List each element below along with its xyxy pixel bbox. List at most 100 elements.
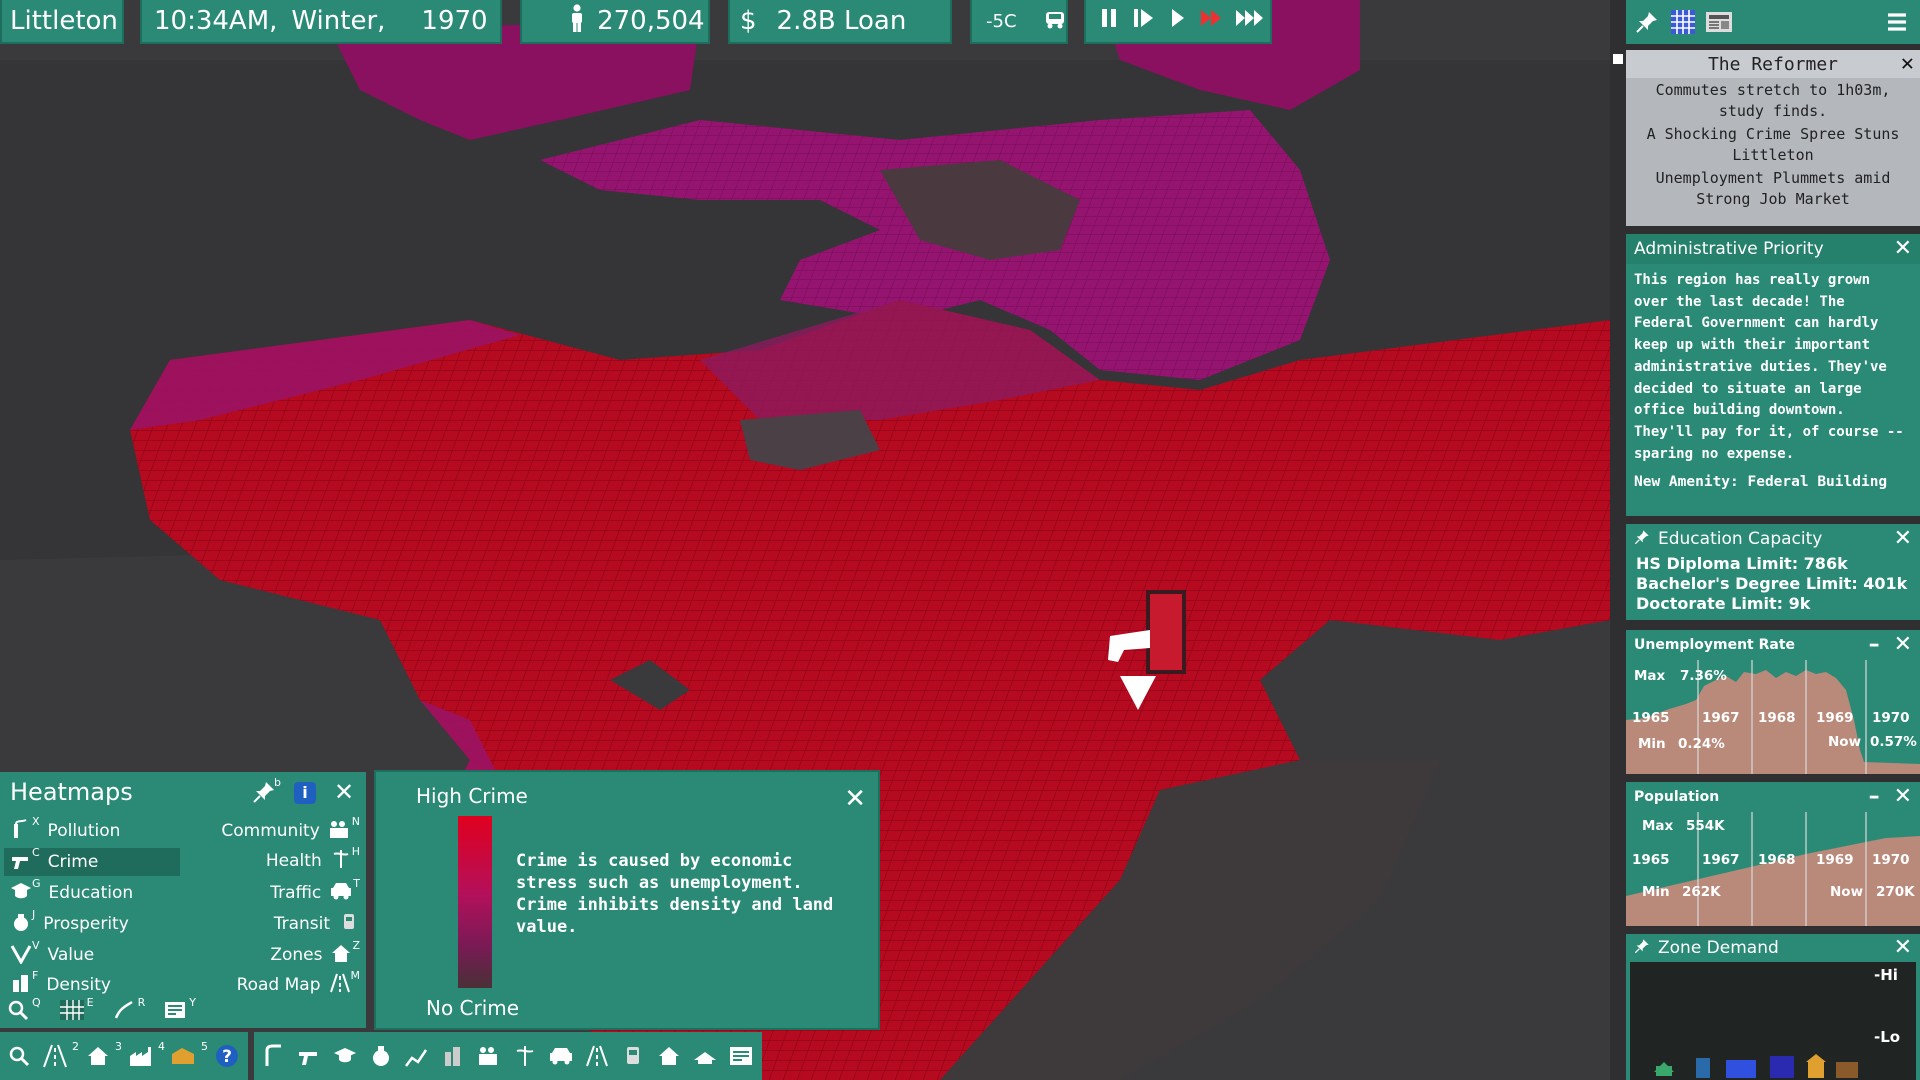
heatmap-community[interactable]: Community N — [221, 815, 360, 844]
pause-icon[interactable] — [1096, 6, 1122, 37]
education-capacity-panel[interactable]: Education Capacity ✕ HS Diploma Limit: 7… — [1626, 524, 1920, 620]
road-map-icon[interactable] — [580, 1039, 614, 1073]
city-name-box[interactable]: Littleton — [0, 0, 124, 44]
date-time-box[interactable]: 10:34AM, Winter, 1970 — [140, 0, 502, 44]
heatmap-value[interactable]: V Value — [10, 938, 170, 969]
heatmap-health[interactable]: Health H — [226, 844, 360, 874]
pin-icon[interactable] — [1632, 7, 1662, 37]
minimize-icon[interactable]: – — [1869, 786, 1880, 808]
hotkey: H — [351, 844, 360, 858]
road-icon[interactable] — [256, 1039, 290, 1073]
sidebar-scroll-strip[interactable] — [1610, 0, 1626, 1080]
road-tool-icon[interactable] — [38, 1039, 72, 1073]
heatmap-education[interactable]: G Education — [10, 877, 170, 906]
close-icon[interactable]: ✕ — [1894, 528, 1912, 550]
graduation-cap-icon[interactable] — [328, 1039, 362, 1073]
info-icon[interactable]: i — [294, 782, 316, 804]
factory-icon[interactable] — [124, 1039, 158, 1073]
close-icon[interactable]: ✕ — [334, 780, 354, 804]
close-icon[interactable]: ✕ — [844, 786, 866, 812]
newspaper-panel[interactable]: The Reformer ✕ Commutes stretch to 1h03m… — [1626, 50, 1920, 226]
heatmap-density[interactable]: F Density — [10, 969, 170, 999]
buildings-icon — [10, 972, 32, 999]
road-tool-icon[interactable] — [112, 998, 136, 1026]
admin-priority-panel[interactable]: Administrative Priority ✕ This region ha… — [1626, 234, 1920, 516]
season-label: Winter, — [291, 6, 386, 36]
car-icon[interactable] — [544, 1039, 578, 1073]
amenity-icon[interactable] — [167, 1039, 201, 1073]
value-chart-icon[interactable] — [400, 1039, 434, 1073]
community-icon[interactable] — [472, 1039, 506, 1073]
heatmap-traffic[interactable]: Traffic T — [226, 877, 360, 906]
fastest-icon[interactable] — [1234, 6, 1266, 37]
speed-controls[interactable] — [1084, 0, 1272, 44]
unemployment-title: Unemployment Rate — [1634, 637, 1796, 653]
money-bag-icon[interactable] — [364, 1039, 398, 1073]
headline[interactable]: Unemployment Plummets amid Strong Job Ma… — [1626, 168, 1920, 210]
pin-icon[interactable] — [252, 780, 276, 808]
heatmap-label: Health — [265, 851, 322, 871]
crime-legend-panel[interactable]: High Crime No Crime Crime is caused by e… — [374, 770, 880, 1030]
heatmap-zones[interactable]: Zones Z — [226, 939, 360, 969]
hotkey: V — [32, 938, 40, 952]
fast-icon[interactable] — [1198, 6, 1226, 37]
now-label: Now — [1828, 734, 1862, 750]
heatmap-transit[interactable]: Transit — [226, 911, 360, 937]
legend-description: Crime is caused by economic stress such … — [516, 851, 834, 937]
close-icon[interactable]: ✕ — [1894, 937, 1912, 959]
close-icon[interactable]: ✕ — [1894, 634, 1912, 656]
close-icon[interactable]: ✕ — [1894, 786, 1912, 808]
zone-demand-panel[interactable]: Zone Demand ✕ -Hi -Lo — [1626, 934, 1920, 1080]
federal-building-marker[interactable] — [1146, 590, 1186, 674]
play-icon[interactable] — [1164, 6, 1190, 37]
query-icon[interactable] — [6, 998, 30, 1026]
scroll-thumb[interactable] — [1613, 54, 1623, 64]
gun-icon[interactable] — [292, 1039, 326, 1073]
newspaper-icon[interactable] — [724, 1039, 758, 1073]
transit-icon[interactable] — [688, 1039, 722, 1073]
headline[interactable]: Commutes stretch to 1h03m, study finds. — [1626, 80, 1920, 122]
grid-icon[interactable] — [1668, 7, 1698, 37]
money-box[interactable]: $ 2.8B Loan — [728, 0, 952, 44]
heatmap-road-map[interactable]: Road Map M — [226, 969, 360, 998]
house-icon[interactable] — [81, 1039, 115, 1073]
weather-box[interactable]: -5C — [970, 0, 1068, 44]
newspaper-header: The Reformer ✕ — [1626, 50, 1920, 78]
population-graph: Max 554K 1965 1967 1968 1969 1970 Min 26… — [1626, 812, 1920, 926]
heatmap-prosperity[interactable]: J Prosperity — [10, 908, 170, 937]
pin-icon[interactable] — [1634, 938, 1650, 959]
heatmap-pollution[interactable]: X Pollution — [10, 815, 170, 845]
close-icon[interactable]: ✕ — [1894, 238, 1912, 260]
value-icon — [10, 942, 32, 969]
admin-priority-header: Administrative Priority ✕ — [1626, 234, 1920, 264]
unemployment-graph-panel[interactable]: Unemployment Rate – ✕ Max 7.36% 1965 196… — [1626, 630, 1920, 774]
education-row: Bachelor's Degree Limit: 401k — [1636, 574, 1908, 593]
newspaper-icon[interactable] — [1704, 7, 1734, 37]
house-icon — [330, 942, 352, 969]
population-value: 270,504 — [597, 6, 705, 36]
close-icon[interactable]: ✕ — [1901, 53, 1914, 75]
bus-icon[interactable] — [616, 1039, 650, 1073]
hotkey: 2 — [72, 1039, 79, 1053]
max-label: Max — [1642, 818, 1674, 834]
step-icon[interactable] — [1130, 6, 1156, 37]
population-box[interactable]: 270,504 — [520, 0, 710, 44]
heatmap-label: Zones — [270, 945, 323, 965]
grid-map-icon[interactable] — [59, 998, 85, 1026]
year-label: 1970 — [1872, 852, 1910, 868]
zones-house-icon[interactable] — [652, 1039, 686, 1073]
population-graph-panel[interactable]: Population – ✕ Max 554K 1965 1967 1968 1… — [1626, 782, 1920, 926]
query-icon[interactable] — [2, 1039, 36, 1073]
heatmaps-panel[interactable]: Heatmaps b i ✕ X Pollution C Crime G Edu… — [0, 772, 366, 1028]
help-icon[interactable]: ? — [210, 1039, 244, 1073]
newspaper-icon[interactable] — [163, 998, 187, 1026]
density-icon[interactable] — [436, 1039, 470, 1073]
caduceus-icon[interactable] — [508, 1039, 542, 1073]
heatmap-label: Community — [221, 821, 320, 841]
minimize-icon[interactable]: – — [1869, 634, 1880, 656]
heatmap-crime[interactable]: C Crime — [4, 846, 180, 876]
menu-icon[interactable] — [1882, 7, 1912, 37]
pin-icon[interactable] — [1634, 529, 1650, 550]
headline[interactable]: A Shocking Crime Spree Stuns Littleton — [1626, 124, 1920, 166]
smokestack-icon — [10, 818, 32, 845]
